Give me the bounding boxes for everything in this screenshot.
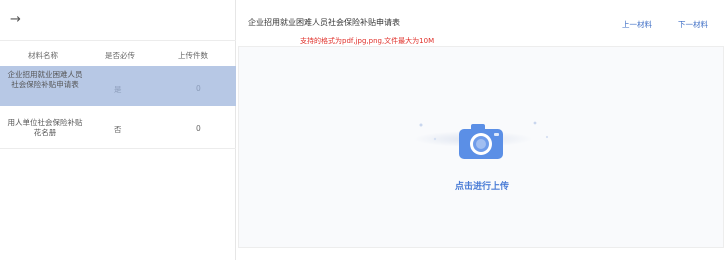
header-upload-count: 上传件数 — [178, 51, 208, 60]
table-row[interactable]: 用人单位社会保险补贴花名册 否 0 — [0, 112, 236, 148]
header-required: 是否必传 — [105, 51, 135, 60]
prev-material-button[interactable]: 上一材料 — [622, 19, 652, 30]
format-hint: 支持的格式为pdf,jpg,png,文件最大为10M — [300, 37, 435, 45]
divider — [0, 40, 236, 41]
material-name: 用人单位社会保险补贴花名册 — [7, 118, 83, 137]
header-material-name: 材料名称 — [28, 51, 58, 60]
upload-count: 0 — [196, 84, 201, 93]
upload-count: 0 — [196, 124, 201, 133]
page-title: 企业招用就业困难人员社会保险补贴申请表 — [248, 18, 400, 27]
upload-area[interactable]: 点击进行上传 — [238, 46, 724, 248]
arrow-right-icon[interactable]: → — [10, 12, 21, 27]
required-value: 否 — [114, 125, 122, 134]
materials-panel: → 材料名称 是否必传 上传件数 企业招用就业困难人员社会保险补贴申请表 是 0… — [0, 0, 236, 260]
divider — [0, 148, 236, 149]
material-name: 企业招用就业困难人员社会保险补贴申请表 — [7, 70, 83, 89]
required-value: 是 — [114, 85, 122, 94]
camera-icon — [459, 124, 503, 159]
next-material-button[interactable]: 下一材料 — [678, 19, 708, 30]
upload-label[interactable]: 点击进行上传 — [239, 179, 724, 192]
table-header: 材料名称 是否必传 上传件数 — [0, 46, 236, 64]
table-row[interactable]: 企业招用就业困难人员社会保险补贴申请表 是 0 — [0, 66, 236, 106]
